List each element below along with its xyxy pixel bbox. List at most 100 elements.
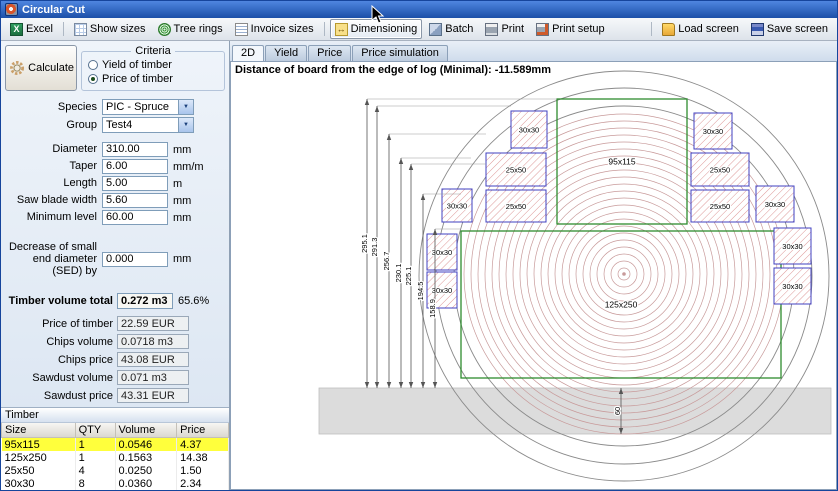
radio-selected-icon bbox=[88, 74, 98, 84]
total-row-price-of-timber: Price of timber22.59 EUR bbox=[1, 316, 229, 331]
toolbar-button-label: Load screen bbox=[678, 23, 739, 35]
total-label: Sawdust price bbox=[1, 390, 117, 402]
table-row-25x50[interactable]: 25x5040.02501.50 bbox=[2, 464, 229, 477]
tab-2d[interactable]: 2D bbox=[232, 45, 264, 61]
arrow-up-icon bbox=[399, 158, 403, 164]
log-cross-section-diagram: 95x115 125x250 30x30 30x30 25x50 25x50 25x50 25… bbox=[231, 62, 837, 490]
input-diameter[interactable]: 310.00 bbox=[102, 142, 168, 157]
arrow-up-icon bbox=[421, 194, 425, 200]
radio-option-label: Price of timber bbox=[102, 73, 173, 85]
field-label: Group bbox=[1, 119, 102, 131]
arrow-up-icon bbox=[387, 134, 391, 140]
board-30x30: 30x30 bbox=[756, 186, 794, 222]
tab-yield[interactable]: Yield bbox=[265, 45, 307, 61]
totals-section: Timber volume total 0.272 m3 65.6% Price… bbox=[1, 291, 229, 406]
select-species[interactable]: PIC - Spruce bbox=[102, 99, 194, 115]
dimensioning-icon bbox=[335, 23, 348, 36]
total-row-sawdust-price: Sawdust price43.31 EUR bbox=[1, 388, 229, 403]
load-screen-icon bbox=[662, 23, 675, 36]
dimension-label: 256.7 bbox=[382, 252, 391, 271]
arrow-down-icon bbox=[387, 382, 391, 388]
input-saw-blade-width[interactable]: 5.60 bbox=[102, 193, 168, 208]
tree-ring-center bbox=[622, 272, 626, 276]
calculate-button[interactable]: Calculate bbox=[5, 45, 77, 91]
field-unit: mm bbox=[173, 253, 191, 265]
column-header-qty[interactable]: QTY bbox=[75, 423, 115, 438]
select-group[interactable]: Test4 bbox=[102, 117, 194, 133]
toolbar-button-label: Invoice sizes bbox=[251, 23, 314, 35]
toolbar-button-save-screen[interactable]: Save screen bbox=[746, 19, 833, 39]
toolbar-button-tree-rings[interactable]: Tree rings bbox=[153, 19, 228, 39]
arrow-up-icon bbox=[375, 106, 379, 112]
board-label-25x50: 25x50 bbox=[506, 166, 526, 175]
totals-rows: Price of timber22.59 EUR Chips volume0.07… bbox=[1, 316, 229, 403]
toolbar-button-invoice-sizes[interactable]: Invoice sizes bbox=[230, 19, 319, 39]
chevron-down-icon bbox=[178, 118, 193, 132]
table-row-125x250[interactable]: 125x25010.156314.38 bbox=[2, 451, 229, 464]
column-header-size[interactable]: Size bbox=[2, 423, 76, 438]
timber-volume-percent: 65.6% bbox=[178, 295, 209, 307]
app-icon bbox=[5, 3, 18, 16]
board-label-25x50: 25x50 bbox=[710, 202, 730, 211]
field-label: Species bbox=[1, 101, 102, 113]
arrow-down-icon bbox=[365, 382, 369, 388]
board-30x30: 30x30 bbox=[511, 111, 547, 148]
board-label-30x30: 30x30 bbox=[447, 202, 467, 211]
tab-strip: 2DYieldPricePrice simulation bbox=[230, 41, 837, 61]
arrow-down-icon bbox=[433, 382, 437, 388]
toolbar-button-show-sizes[interactable]: Show sizes bbox=[69, 19, 151, 39]
input-length[interactable]: 5.00 bbox=[102, 176, 168, 191]
field-row-minimum-level: Minimum level60.00mm bbox=[1, 210, 225, 225]
toolbar-button-excel[interactable]: Excel bbox=[5, 19, 58, 39]
toolbar-button-print[interactable]: Print bbox=[480, 19, 529, 39]
field-label: Decrease of small end diameter (SED) by bbox=[1, 241, 102, 277]
batch-icon bbox=[429, 23, 442, 36]
total-row-sawdust-volume: Sawdust volume0.071 m3 bbox=[1, 370, 229, 385]
table-cell: 4 bbox=[75, 464, 115, 477]
board-30x30: 30x30 bbox=[427, 234, 457, 270]
tab-price[interactable]: Price bbox=[308, 45, 351, 61]
toolbar-button-label: Print setup bbox=[552, 23, 605, 35]
board-label-95x115: 95x115 bbox=[608, 157, 636, 167]
board-label-25x50: 25x50 bbox=[506, 202, 526, 211]
board-25x50: 25x50 bbox=[486, 153, 546, 186]
calculate-gear-icon bbox=[8, 55, 26, 81]
toolbar-button-print-setup[interactable]: Print setup bbox=[531, 19, 610, 39]
save-screen-icon bbox=[751, 23, 764, 36]
field-row-length: Length5.00 m bbox=[1, 176, 225, 191]
dimension-label: 295.1 bbox=[360, 234, 369, 253]
field-unit: mm bbox=[173, 195, 191, 207]
criteria-option-yield-of-timber[interactable]: Yield of timber bbox=[88, 59, 218, 71]
table-cell: 4.37 bbox=[177, 438, 229, 452]
field-label: Length bbox=[1, 177, 102, 189]
total-row-chips-volume: Chips volume0.0718 m3 bbox=[1, 334, 229, 349]
left-panel: Calculate Criteria Yield of timberPrice … bbox=[1, 41, 230, 490]
excel-icon bbox=[10, 23, 23, 36]
column-header-volume[interactable]: Volume bbox=[115, 423, 177, 438]
table-row-95x115[interactable]: 95x11510.05464.37 bbox=[2, 438, 229, 452]
input-decrease-of-small-end-diameter-sed-by[interactable]: 0.000 bbox=[102, 252, 168, 267]
input-taper[interactable]: 6.00 bbox=[102, 159, 168, 174]
input-minimum-level[interactable]: 60.00 bbox=[102, 210, 168, 225]
field-unit: m bbox=[173, 178, 182, 190]
calculate-criteria-row: Calculate Criteria Yield of timberPrice … bbox=[1, 45, 229, 91]
dimension-label: 194.5 bbox=[416, 282, 425, 301]
chevron-down-icon bbox=[178, 100, 193, 114]
toolbar-button-batch[interactable]: Batch bbox=[424, 19, 478, 39]
titlebar[interactable]: Circular Cut bbox=[1, 1, 837, 18]
table-row-30x30[interactable]: 30x3080.03602.34 bbox=[2, 477, 229, 490]
column-header-price[interactable]: Price bbox=[177, 423, 229, 438]
timber-volume-total-label: Timber volume total bbox=[1, 295, 117, 307]
field-label: Taper bbox=[1, 160, 102, 172]
toolbar-button-load-screen[interactable]: Load screen bbox=[657, 19, 744, 39]
tab-price-simulation[interactable]: Price simulation bbox=[352, 45, 448, 61]
field-row-decrease-of-small-end-diameter-sed-by: Decrease of small end diameter (SED) by0… bbox=[1, 241, 225, 277]
select-value: Test4 bbox=[103, 119, 178, 131]
board-label-25x50: 25x50 bbox=[710, 166, 730, 175]
calculate-label: Calculate bbox=[28, 62, 74, 74]
board-label-125x250: 125x250 bbox=[605, 300, 638, 310]
app-window: Circular Cut Excel Show sizesTree rings In… bbox=[0, 0, 838, 491]
criteria-option-price-of-timber[interactable]: Price of timber bbox=[88, 73, 218, 85]
total-row-chips-price: Chips price43.08 EUR bbox=[1, 352, 229, 367]
select-value: PIC - Spruce bbox=[103, 101, 178, 113]
